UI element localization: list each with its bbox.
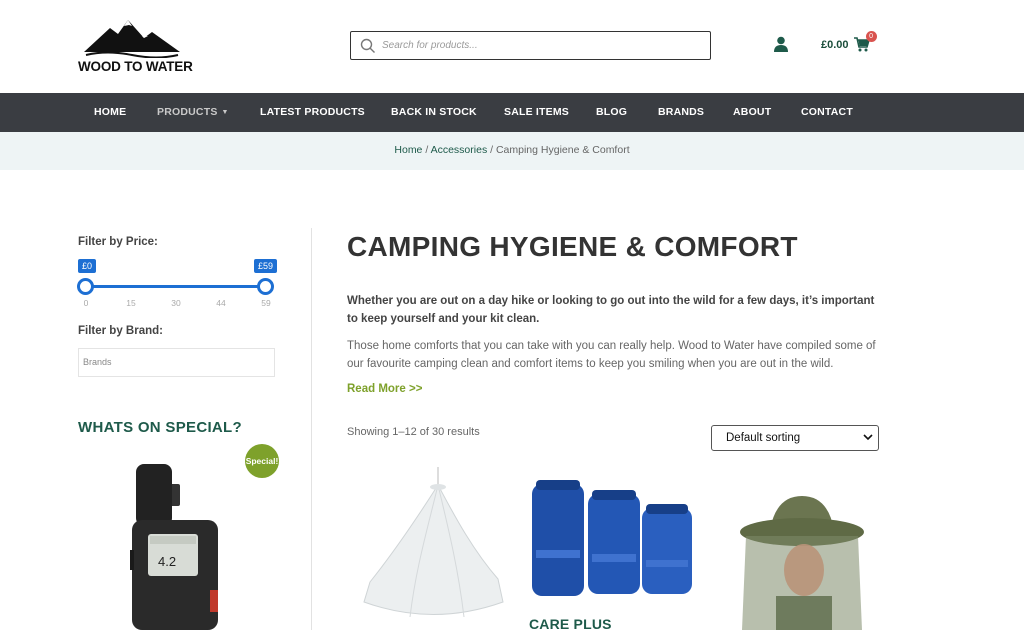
nav-products-label: PRODUCTS: [157, 106, 218, 118]
category-description: Those home comforts that you can take wi…: [347, 340, 876, 370]
price-slider-max-handle[interactable]: [257, 278, 274, 295]
sort-selected: Default sorting: [726, 432, 801, 444]
nav-latest-products[interactable]: LATEST PRODUCTS: [260, 93, 365, 132]
chevron-down-icon: [863, 434, 873, 441]
breadcrumb-home[interactable]: Home: [394, 144, 422, 156]
cart-icon[interactable]: 0: [853, 31, 877, 53]
nav-home[interactable]: HOME: [94, 93, 126, 132]
column-divider: [311, 228, 312, 630]
breadcrumb-current: Camping Hygiene & Comfort: [495, 144, 630, 156]
special-heading: WHATS ON SPECIAL?: [78, 419, 242, 436]
site-logo[interactable]: WOOD TO WATER: [78, 14, 193, 76]
nav-about[interactable]: ABOUT: [733, 93, 771, 132]
mountain-logo-icon: [84, 20, 180, 58]
price-max-label: £59: [254, 259, 278, 273]
price-tick: 0: [83, 298, 89, 308]
svg-text:4.2: 4.2: [158, 554, 176, 569]
breadcrumb-accessories[interactable]: Accessories: [431, 144, 488, 156]
logo-text: WOOD TO WATER: [78, 59, 193, 74]
price-filter-heading: Filter by Price:: [78, 236, 158, 248]
breadcrumb-bar: Home / Accessories / Camping Hygiene & C…: [0, 132, 1024, 170]
price-tick: 30: [171, 298, 181, 308]
main-nav: HOME PRODUCTS ▼ LATEST PRODUCTS BACK IN S…: [0, 93, 1024, 132]
account-icon[interactable]: [773, 36, 789, 52]
chevron-down-icon: ▼: [221, 109, 229, 116]
cart-total: £0.00: [821, 39, 849, 51]
nav-products[interactable]: PRODUCTS ▼: [157, 93, 229, 132]
nav-brands[interactable]: BRANDS: [658, 93, 704, 132]
price-tick: 44: [216, 298, 226, 308]
cart-button[interactable]: £0.00 0: [821, 31, 877, 54]
nav-blog[interactable]: BLOG: [596, 93, 627, 132]
category-lead: Whether you are out on a day hike or loo…: [347, 295, 875, 325]
nav-back-in-stock[interactable]: BACK IN STOCK: [391, 93, 477, 132]
breadcrumb-separator: /: [422, 144, 431, 156]
search-icon[interactable]: [360, 38, 376, 54]
search-bar[interactable]: [350, 31, 711, 60]
special-badge: Special!: [245, 444, 279, 478]
special-product-image[interactable]: 4.2: [128, 462, 223, 630]
price-tick: 15: [126, 298, 136, 308]
search-input[interactable]: [382, 40, 682, 51]
sort-select[interactable]: Default sorting: [711, 425, 879, 451]
price-tick: 59: [261, 298, 271, 308]
product-head-net-image[interactable]: [736, 490, 866, 630]
price-slider-track[interactable]: [86, 285, 266, 288]
read-more-link[interactable]: Read More >>: [347, 383, 422, 395]
brand-filter-select[interactable]: Brands: [78, 348, 275, 377]
price-slider-min-handle[interactable]: [77, 278, 94, 295]
price-min-label: £0: [78, 259, 97, 273]
nav-sale-items[interactable]: SALE ITEMS: [504, 93, 569, 132]
site-header: WOOD TO WATER £0.00 0: [0, 0, 1024, 93]
brand-filter-heading: Filter by Brand:: [78, 325, 163, 337]
breadcrumb: Home / Accessories / Camping Hygiene & C…: [0, 144, 1024, 156]
page-title: CAMPING HYGIENE & COMFORT: [347, 231, 798, 262]
nav-contact[interactable]: CONTACT: [801, 93, 853, 132]
cart-count-badge: 0: [865, 31, 877, 42]
breadcrumb-separator: /: [487, 144, 496, 156]
results-count: Showing 1–12 of 30 results: [347, 426, 480, 438]
product-mosquito-net-image[interactable]: [358, 467, 508, 627]
product-travel-towels-image[interactable]: [530, 478, 695, 600]
